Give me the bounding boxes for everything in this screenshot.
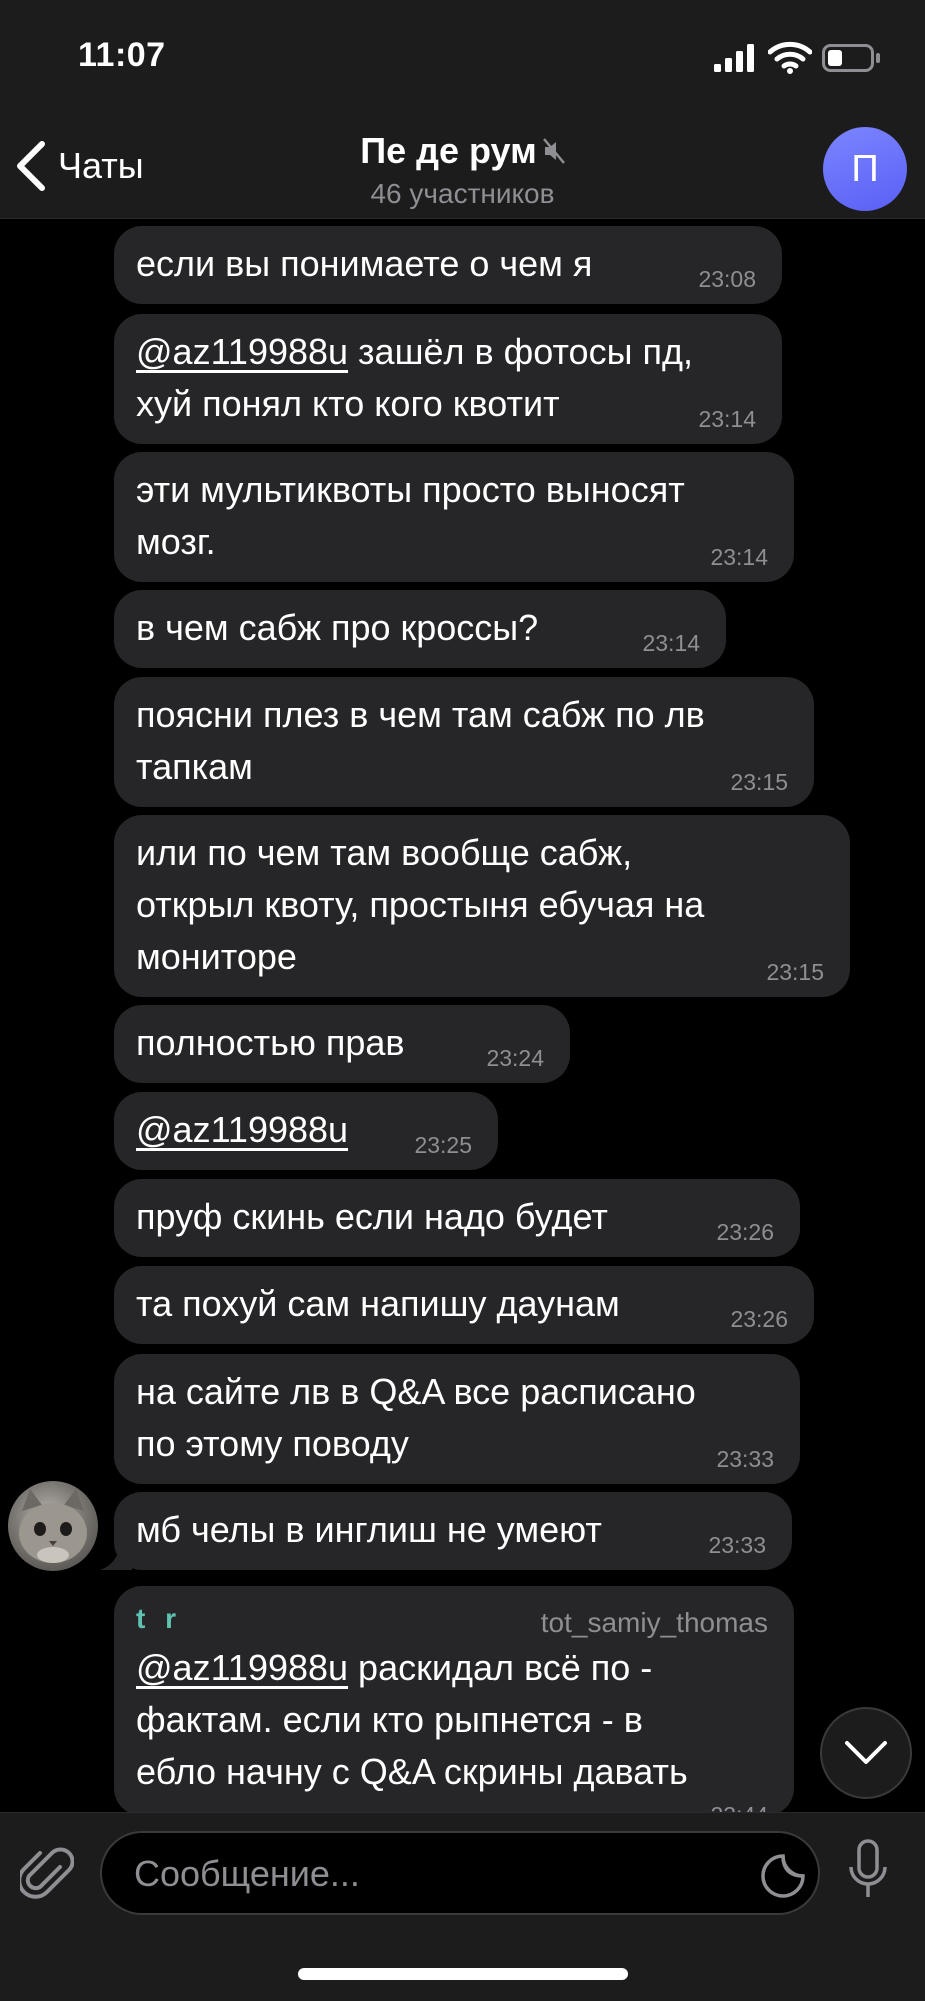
message-text-line: раскидал всё по - [348, 1647, 653, 1688]
message-text-line: ебло начну с Q&A скрины давать [136, 1751, 688, 1792]
chevron-down-icon [845, 1741, 887, 1764]
message-bubble[interactable]: t r tot_samiy_thomas @az119988u раскидал… [114, 1586, 794, 1828]
sender-avatar[interactable] [8, 1481, 98, 1571]
chat-header: Чаты Пе де рум 46 участников П [0, 120, 925, 219]
cat-avatar-image [19, 1489, 87, 1563]
message-text-line: в чем сабж про кроссы? [136, 607, 539, 648]
user-mention-link[interactable]: @az119988u [136, 331, 348, 372]
message-time: 23:33 [716, 1446, 774, 1472]
status-bar: 11:07 [0, 0, 925, 120]
message-time: 23:26 [730, 1306, 788, 1332]
message-text-line: или по чем там вообще сабж, [136, 832, 633, 873]
message-time: 23:24 [486, 1045, 544, 1071]
member-count: 46 участников [370, 178, 555, 209]
message-text-line: на сайте лв в Q&A все расписано [136, 1371, 696, 1412]
message-time: 23:33 [708, 1532, 766, 1558]
message-time: 23:26 [716, 1219, 774, 1245]
message-text-line: поясни плез в чем там сабж по лв [136, 694, 705, 735]
message-time: 23:15 [730, 769, 788, 795]
home-indicator [298, 1968, 628, 1980]
message-text-line: открыл квоту, простыня ебучая на [136, 884, 705, 925]
battery-icon [822, 44, 880, 72]
message-bubble[interactable]: полностью прав 23:24 [114, 1005, 570, 1083]
muted-speaker-icon [542, 138, 565, 164]
message-time: 23:14 [642, 630, 700, 656]
message-text-line: если вы понимаете о чем я [136, 243, 593, 284]
sender-title: tot_samiy_thomas [540, 1607, 768, 1638]
message-bubble[interactable]: эти мультиквоты просто выносят мозг. 23:14 [114, 452, 794, 582]
message-time: 23:08 [698, 266, 756, 292]
message-text-line: та похуй сам напишу даунам [136, 1283, 620, 1324]
message-text-line: зашёл в фотосы пд, [348, 331, 693, 372]
cellular-signal-icon [714, 44, 754, 72]
message-text-line: мб челы в инглиш не умеют [136, 1509, 602, 1550]
message-time: 23:15 [766, 959, 824, 985]
message-text-line: мозг. [136, 521, 216, 562]
message-bubble[interactable]: та похуй сам напишу даунам 23:26 [114, 1266, 814, 1344]
message-text-line: по этому поводу [136, 1423, 409, 1464]
chat-title-area[interactable]: Пе де рум 46 участников [250, 130, 675, 210]
chat-title: Пе де рум [360, 130, 537, 171]
message-bubble[interactable]: на сайте лв в Q&A все расписано по этому … [114, 1354, 800, 1484]
chat-avatar[interactable]: П [823, 127, 907, 211]
paperclip-icon[interactable] [20, 1841, 74, 1903]
avatar-letter: П [851, 147, 879, 190]
message-bubble[interactable]: мб челы в инглиш не умеют 23:33 [114, 1492, 792, 1570]
message-text-line: тапкам [136, 746, 253, 787]
sticker-icon[interactable] [760, 1853, 806, 1899]
user-mention-link[interactable]: @az119988u [136, 1109, 348, 1150]
wifi-icon [768, 41, 812, 74]
chevron-left-icon [17, 141, 45, 191]
message-bubble[interactable]: в чем сабж про кроссы? 23:14 [114, 590, 726, 668]
message-time: 23:14 [698, 406, 756, 432]
bubble-tail [100, 1536, 132, 1570]
message-time: 23:25 [414, 1132, 472, 1158]
message-time: 23:14 [710, 544, 768, 570]
message-text-line: пруф скинь если надо будет [136, 1196, 608, 1237]
message-text-line: мониторе [136, 936, 297, 977]
message-bubble[interactable]: если вы понимаете о чем я 23:08 [114, 226, 782, 304]
message-text-line: эти мультиквоты просто выносят [136, 469, 685, 510]
message-bubble[interactable]: или по чем там вообще сабж, открыл квоту,… [114, 815, 850, 997]
microphone-icon[interactable] [848, 1839, 888, 1905]
message-bubble[interactable]: поясни плез в чем там сабж по лв тапкам 23… [114, 677, 814, 807]
user-mention-link[interactable]: @az119988u [136, 1647, 348, 1688]
message-bubble[interactable]: @az119988u 23:25 [114, 1092, 498, 1170]
message-bubble[interactable]: пруф скинь если надо будет 23:26 [114, 1179, 800, 1257]
message-bubble[interactable]: @az119988u зашёл в фотосы пд, хуй понял к… [114, 314, 782, 444]
back-label: Чаты [58, 145, 144, 186]
message-text-line: полностью прав [136, 1022, 405, 1063]
message-field[interactable] [100, 1831, 820, 1915]
back-button[interactable]: Чаты [14, 136, 144, 196]
status-time: 11:07 [78, 36, 166, 74]
message-text-line: фактам. если кто рыпнется - в [136, 1699, 643, 1740]
scroll-to-bottom-button[interactable] [820, 1707, 912, 1799]
message-input[interactable] [132, 1843, 716, 1905]
message-text-line: хуй понял кто кого квотит [136, 383, 560, 424]
